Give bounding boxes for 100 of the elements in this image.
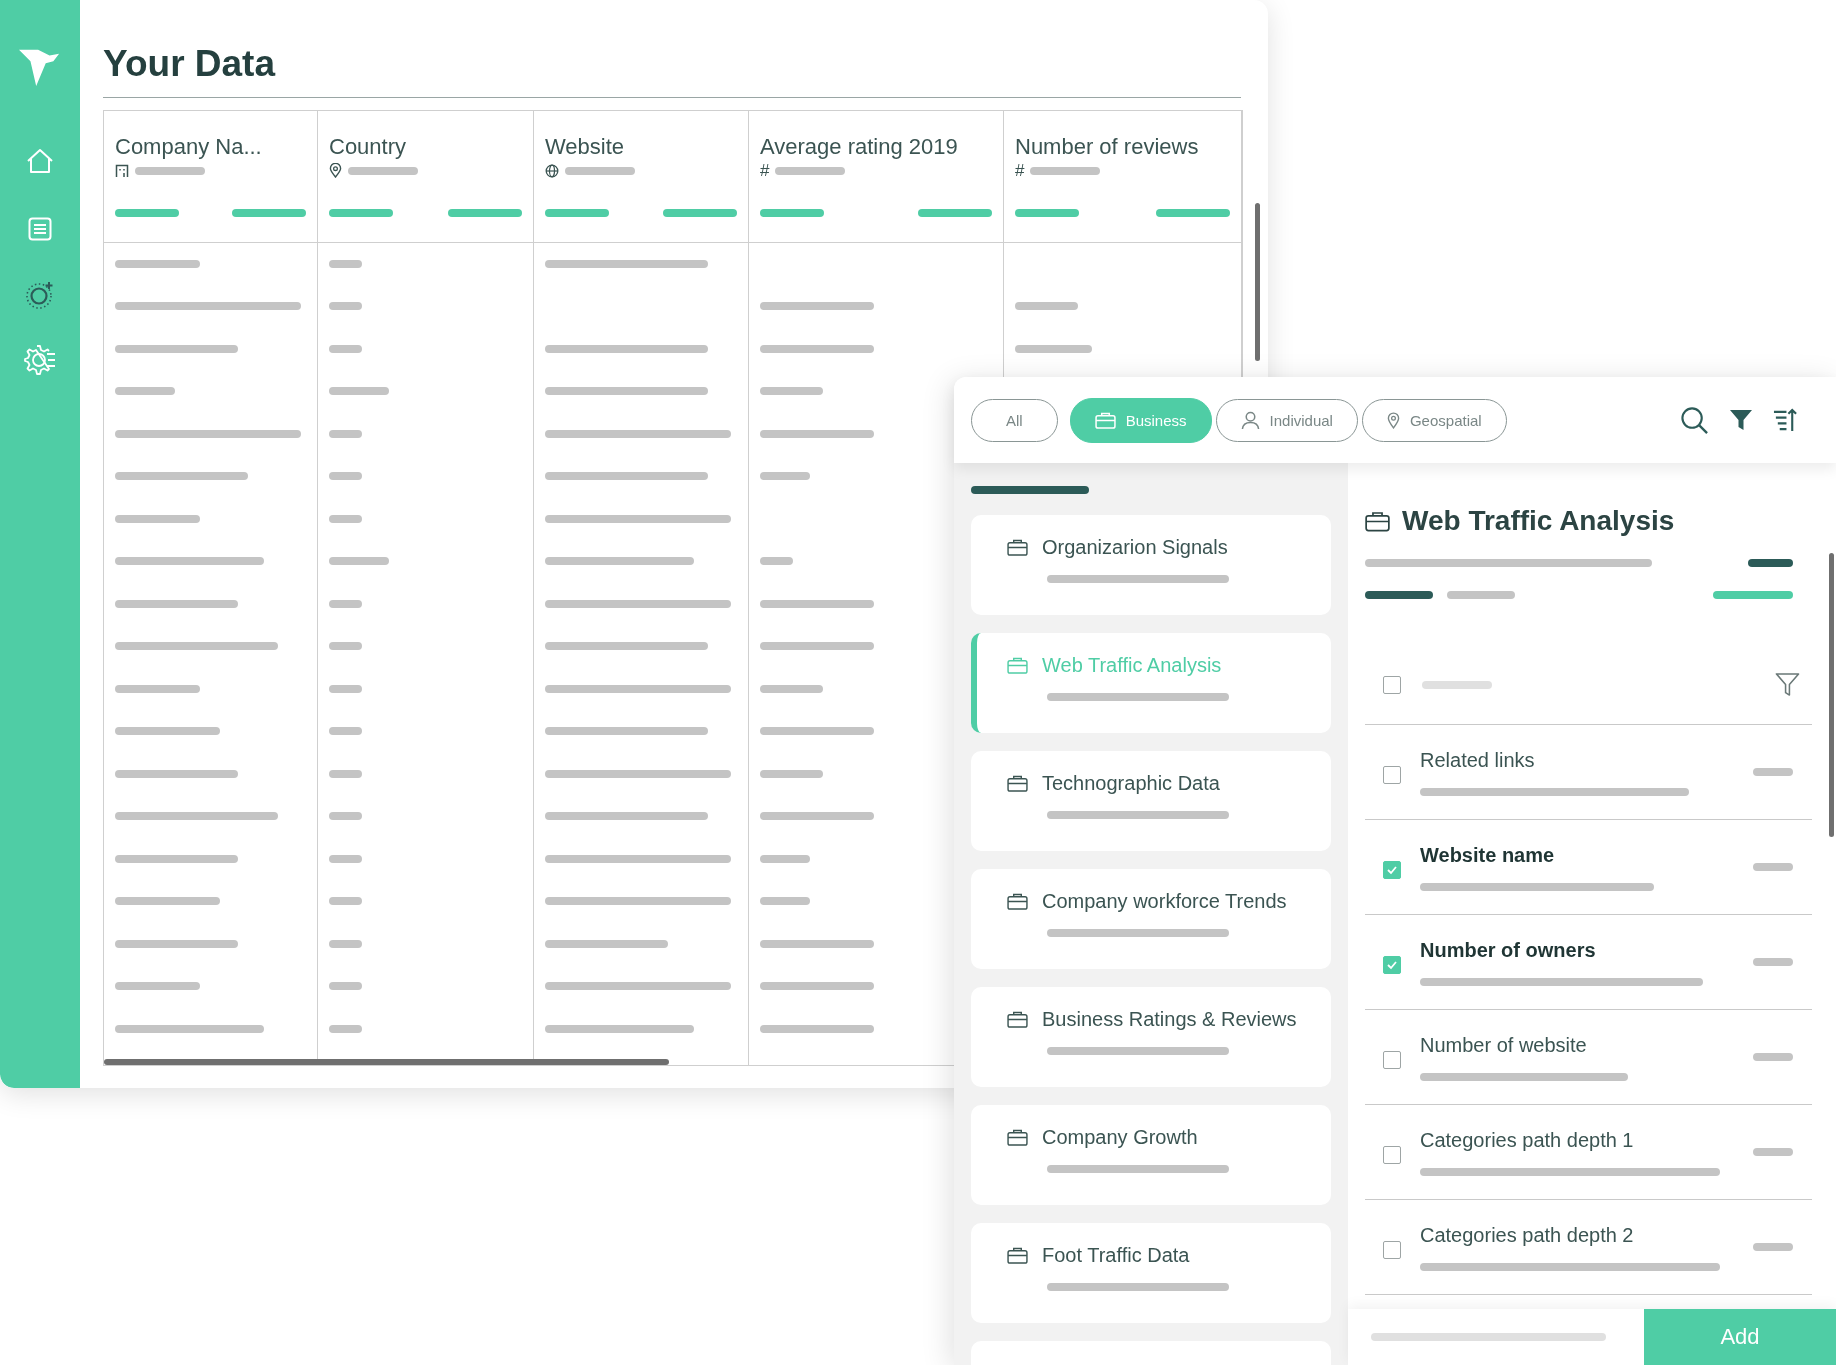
skeleton-bar <box>329 208 393 217</box>
skeleton-bar <box>329 514 362 523</box>
skeleton-bar <box>329 769 362 778</box>
list-icon[interactable] <box>28 217 52 241</box>
category-title: Business Ratings & Reviews <box>1042 1008 1297 1031</box>
skeleton-bar <box>115 208 179 217</box>
skeleton-bar <box>329 344 362 353</box>
filter-icon[interactable] <box>1775 672 1800 697</box>
skeleton-bar <box>329 642 362 651</box>
skeleton-bar <box>775 166 846 175</box>
column-header[interactable]: Number of reviews # <box>1004 110 1241 243</box>
skeleton-bar <box>760 557 793 566</box>
briefcase-icon <box>1007 539 1028 556</box>
skeleton-bar <box>1447 591 1515 599</box>
briefcase-icon <box>1007 657 1028 674</box>
briefcase-icon <box>1007 893 1028 910</box>
skeleton-bar <box>1015 208 1079 217</box>
category-title: Company workforce Trends <box>1042 890 1287 913</box>
skeleton-bar <box>329 897 362 906</box>
field-label: Categories path depth 1 <box>1420 1128 1635 1152</box>
checkbox[interactable] <box>1383 766 1401 784</box>
skeleton-bar <box>329 599 362 608</box>
filter-tab[interactable]: Individual <box>1215 398 1358 442</box>
horizontal-scrollbar[interactable] <box>104 1058 669 1065</box>
skeleton-bar <box>1422 680 1492 689</box>
skeleton-bar <box>329 982 362 991</box>
skeleton-bar <box>329 387 389 396</box>
settings-icon[interactable] <box>23 344 57 376</box>
column-header[interactable]: Average rating 2019 # <box>749 110 1003 243</box>
column-header[interactable]: Country <box>318 110 533 243</box>
type-symbol: # <box>760 162 770 180</box>
skeleton-bar <box>760 769 823 778</box>
add-circle-icon[interactable] <box>25 280 55 310</box>
category-title: Foot Traffic Data <box>1042 1244 1190 1267</box>
briefcase-icon <box>1007 1129 1028 1146</box>
category-card[interactable]: Technographic Data <box>971 751 1331 851</box>
field-label: Related links <box>1420 748 1536 772</box>
skeleton-bar <box>135 166 205 175</box>
search-icon[interactable] <box>1680 405 1709 435</box>
page-title: Your Data <box>103 44 1241 98</box>
skeleton-bar <box>760 387 823 396</box>
skeleton-bar <box>760 472 810 481</box>
skeleton-bar <box>329 557 389 566</box>
vertical-scrollbar[interactable] <box>1255 202 1260 361</box>
column-header[interactable]: Company Na... <box>104 110 317 243</box>
skeleton-bar <box>1753 768 1793 776</box>
checkbox[interactable] <box>1383 956 1401 974</box>
location-pin-icon <box>329 163 342 179</box>
skeleton-bar <box>1753 1053 1793 1061</box>
category-card[interactable]: Business Ratings & Reviews <box>971 987 1331 1087</box>
skeleton-bar <box>1753 958 1793 966</box>
skeleton-bar <box>329 727 362 736</box>
briefcase-icon <box>1007 775 1028 792</box>
column-name: Country <box>329 134 408 159</box>
column-header[interactable]: Website <box>534 110 748 243</box>
skeleton-bar <box>1753 1148 1793 1156</box>
detail-title: Web Traffic Analysis <box>1402 505 1675 537</box>
skeleton-bar <box>329 302 362 311</box>
skeleton-bar <box>1015 302 1078 311</box>
category-card[interactable]: Company workforce Trends <box>971 869 1331 969</box>
skeleton-bar <box>329 1024 362 1033</box>
vertical-scrollbar[interactable] <box>1829 553 1834 837</box>
checkbox[interactable] <box>1383 1146 1401 1164</box>
skeleton-bar <box>115 387 175 396</box>
skeleton-bar <box>1365 591 1433 599</box>
briefcase-icon <box>1365 510 1390 532</box>
category-card[interactable]: Foot Traffic Data <box>971 1223 1331 1323</box>
filter-icon[interactable] <box>1729 408 1753 432</box>
filter-tab[interactable]: Geospatial <box>1361 398 1507 442</box>
check-icon <box>1386 959 1398 971</box>
skeleton-bar <box>1030 166 1101 175</box>
check-icon <box>1386 864 1398 876</box>
checkbox[interactable] <box>1383 675 1401 694</box>
category-title: Company Growth <box>1042 1126 1198 1149</box>
field-label: Number of owners <box>1420 938 1597 962</box>
skeleton-bar <box>329 259 362 268</box>
category-card[interactable]: Organizarion Signals <box>971 515 1331 615</box>
filter-tab[interactable]: All <box>971 398 1058 442</box>
type-symbol: # <box>1015 162 1025 180</box>
home-icon[interactable] <box>26 148 54 174</box>
skeleton-bar <box>1753 863 1793 871</box>
category-title: Web Traffic Analysis <box>1042 654 1222 677</box>
checkbox[interactable] <box>1383 861 1401 879</box>
skeleton-bar <box>760 208 824 217</box>
globe-icon <box>545 163 559 178</box>
checkbox[interactable] <box>1383 1051 1401 1069</box>
briefcase-icon <box>1007 1247 1028 1264</box>
field-label: Number of website <box>1420 1033 1588 1057</box>
skeleton-bar <box>1753 1243 1793 1251</box>
category-title: Organizarion Signals <box>1042 536 1228 559</box>
skeleton-bar <box>1748 559 1793 567</box>
sort-icon[interactable] <box>1773 407 1798 433</box>
skeleton-bar <box>760 854 810 863</box>
skeleton-bar <box>348 166 418 175</box>
checkbox[interactable] <box>1383 1241 1401 1259</box>
person-icon <box>1240 410 1260 430</box>
column-name: Website <box>545 134 626 159</box>
skeleton-bar <box>565 166 635 175</box>
category-card[interactable]: Company Growth <box>971 1105 1331 1205</box>
column-name: Number of reviews <box>1015 134 1200 159</box>
